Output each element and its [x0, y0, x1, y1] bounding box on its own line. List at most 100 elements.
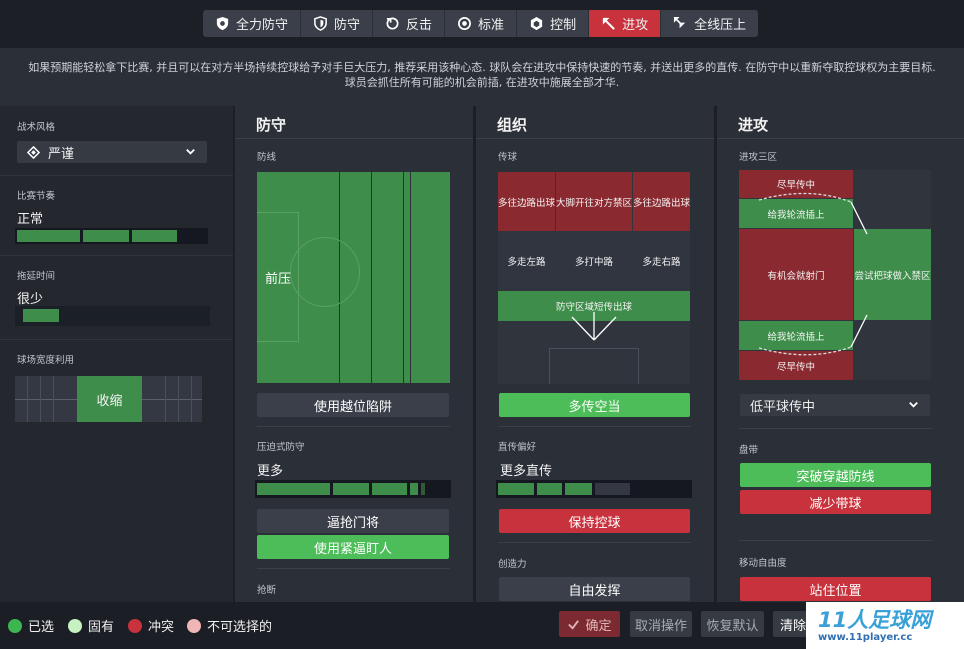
divider — [476, 138, 714, 139]
pitch-line — [40, 376, 41, 422]
watermark-url: www.11player.cc — [818, 632, 913, 643]
keep-possession-button[interactable]: 保持控球 — [499, 509, 690, 533]
mentality-very-defensive-button[interactable]: 全力防守 — [203, 10, 302, 37]
overlap-arrows-icon — [758, 192, 868, 356]
chevron-down-icon — [909, 401, 918, 408]
mentality-positive-button[interactable]: 控制 — [517, 10, 590, 37]
width-section: 球场宽度利用 收缩 — [0, 340, 233, 436]
time-wasting-label: 拖延时间 — [17, 271, 56, 282]
mentality-label: 标准 — [478, 18, 505, 33]
width-pitch-selector[interactable]: 收缩 — [15, 376, 202, 422]
legend-dot — [128, 618, 142, 633]
mentality-very-attacking-button[interactable]: 全线压上 — [661, 10, 759, 37]
directness-segment — [565, 483, 592, 495]
defensive-line-value: 前压 — [265, 272, 292, 287]
legend-selected: 已选 — [8, 616, 54, 635]
pressing-segment — [333, 483, 369, 495]
attack-panel: 进攻 进攻三区 尽早传中 给我轮流插上 有机会就射门 尝试把球做入禁区 给我轮流… — [717, 106, 964, 602]
time-wasting-section: 拖延时间 很少 — [0, 256, 233, 340]
dribble-less-button[interactable]: 减少带球 — [740, 490, 931, 514]
attack-icon — [602, 17, 615, 30]
description-line: 球员会抓住所有可能的机会前插, 在进攻中施展全部才华. — [344, 76, 620, 89]
tempo-slider[interactable] — [15, 228, 208, 244]
pitch-line — [191, 376, 192, 422]
divider — [498, 542, 691, 543]
line-marker — [371, 172, 372, 383]
cancel-button[interactable]: 取消操作 — [630, 611, 692, 637]
mentality-attacking-button[interactable]: 进攻 — [589, 10, 662, 37]
control-icon — [530, 16, 543, 31]
pressing-value: 更多 — [257, 464, 284, 479]
legend-conflict: 冲突 — [128, 616, 174, 635]
confirm-label: 确定 — [585, 618, 612, 634]
overlap-pass-button[interactable]: 多传空当 — [499, 393, 690, 417]
tactical-style-dropdown[interactable]: 严谨 — [17, 141, 207, 163]
pitch-line — [27, 376, 28, 422]
mentality-label: 防守 — [334, 18, 361, 33]
check-icon — [568, 619, 580, 630]
legend-label: 冲突 — [148, 620, 175, 635]
pressing-segment — [257, 483, 330, 495]
pitch-line — [53, 376, 54, 422]
legend-dot — [8, 618, 22, 633]
very-attacking-icon — [674, 16, 686, 29]
directness-label: 直传偏好 — [498, 442, 537, 453]
run-at-defence-button[interactable]: 突破穿越防线 — [740, 463, 931, 487]
crossing-dropdown[interactable]: 低平球传中 — [740, 394, 930, 416]
legend-unavailable: 不可选择的 — [187, 616, 272, 635]
directness-slider[interactable] — [496, 480, 692, 498]
confirm-button[interactable]: 确定 — [559, 611, 620, 637]
dribbling-label: 盘带 — [739, 445, 759, 456]
tactical-style-section: 战术风格 严谨 — [0, 106, 233, 176]
width-value: 收缩 — [96, 393, 123, 409]
mentality-balanced-button[interactable]: 标准 — [445, 10, 518, 37]
creativity-label: 创造力 — [498, 559, 527, 570]
pressing-slider[interactable] — [255, 480, 451, 498]
mentality-selector: 全力防守 防守 反击 标准 控制 进攻 全线压上 — [203, 10, 759, 37]
divider — [739, 428, 932, 429]
mentality-label: 进攻 — [622, 18, 649, 33]
shield-icon — [314, 16, 327, 31]
time-wasting-slider[interactable] — [15, 306, 210, 326]
line-marker — [403, 172, 404, 383]
shield-full-icon — [216, 16, 229, 31]
tackling-label: 抢断 — [257, 585, 277, 596]
mentality-defensive-button[interactable]: 防守 — [301, 10, 374, 37]
width-zone-selected: 收缩 — [77, 376, 142, 422]
tempo-section: 比赛节奏 正常 — [0, 176, 233, 256]
tempo-segment — [83, 230, 129, 242]
directness-segment — [537, 483, 562, 495]
site-watermark: 11人足球网 www.11player.cc — [806, 602, 964, 649]
reset-default-button[interactable]: 恢复默认 — [701, 611, 764, 637]
center-circle — [290, 237, 360, 307]
tactical-style-label: 战术风格 — [17, 122, 56, 133]
defensive-line-pitch[interactable]: 前压 — [257, 172, 450, 383]
divider — [257, 426, 450, 427]
time-wasting-segment — [23, 309, 59, 322]
pitch-line — [165, 376, 166, 422]
pressing-segment — [372, 483, 407, 495]
directness-segment — [595, 483, 630, 495]
legend-label: 不可选择的 — [207, 620, 273, 635]
divider — [498, 426, 691, 427]
defense-title: 防守 — [256, 116, 287, 134]
divider — [739, 540, 932, 541]
force-keeper-button[interactable]: 逼抢门将 — [257, 509, 449, 533]
mentality-label: 控制 — [550, 18, 577, 33]
divider — [235, 138, 473, 139]
pitch-line — [178, 376, 179, 422]
mentality-label: 全线压上 — [694, 18, 747, 33]
hold-position-button[interactable]: 站住位置 — [740, 577, 931, 601]
offside-trap-button[interactable]: 使用越位陷阱 — [257, 393, 449, 417]
watermark-title: 11人足球网 — [818, 608, 932, 632]
creative-freedom-button[interactable]: 自由发挥 — [499, 577, 690, 601]
divider — [257, 568, 450, 569]
tactical-style-value: 严谨 — [48, 146, 75, 162]
organization-panel: 组织 传球 多往边路出球 大脚开往对方禁区 多往边路出球 多走左路 多打中路 多… — [476, 106, 714, 602]
mentality-bar: 全力防守 防守 反击 标准 控制 进攻 全线压上 — [0, 0, 964, 48]
mentality-counter-button[interactable]: 反击 — [373, 10, 446, 37]
crossing-value: 低平球传中 — [750, 399, 816, 415]
legend-dot — [187, 618, 201, 633]
divider — [717, 138, 964, 139]
tight-marking-button[interactable]: 使用紧逼盯人 — [257, 535, 449, 559]
